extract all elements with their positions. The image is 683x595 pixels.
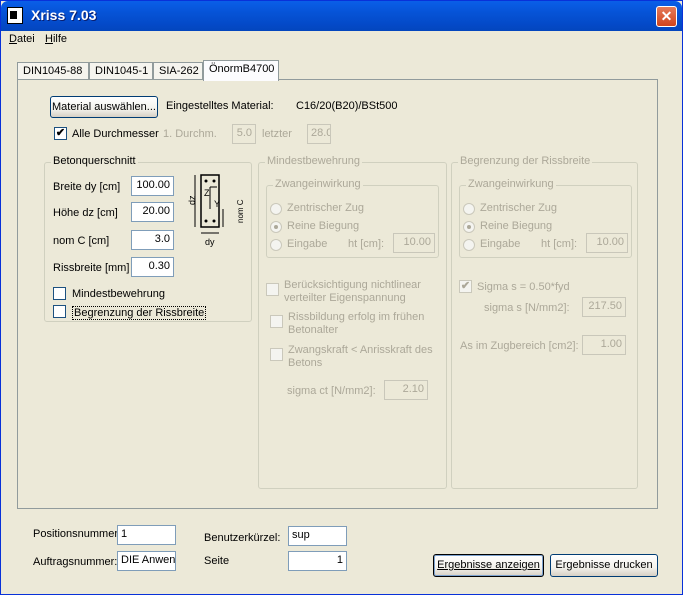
mindest-ht-input[interactable]: 10.00 [393, 233, 435, 253]
benutzerkuerzel-label: Benutzerkürzel: [204, 532, 281, 544]
rissbreite-input[interactable]: 0.30 [131, 257, 174, 277]
begrenzung-label: Begrenzung der Rissbreite [72, 306, 207, 320]
hoehe-input[interactable]: 20.00 [131, 202, 174, 222]
breite-label: Breite dy [cm] [53, 181, 121, 193]
nomc-input[interactable]: 3.0 [131, 230, 174, 250]
rissbreite-label: Rissbreite [mm] [53, 262, 130, 274]
sigma-ct-input[interactable]: 2.10 [384, 380, 428, 400]
main-window: Xriss 7.03 ✕ Datei Hilfe DIN1045-88 DIN1… [0, 0, 683, 595]
as-zugbereich-label: As im Zugbereich [cm2]: [460, 340, 579, 352]
mindest-ht-label: ht [cm]: [348, 238, 385, 250]
first-diameter-input[interactable]: 5.0 [232, 124, 256, 144]
tab-panel: Material auswählen... Eingestelltes Mate… [17, 79, 658, 509]
window-title: Xriss 7.03 [31, 7, 97, 23]
mindest-zentrisch-radio[interactable] [270, 203, 282, 215]
sigma-s-input[interactable]: 217.50 [582, 297, 626, 317]
betonquerschnitt-group: Betonquerschnitt Breite dy [cm] 100.00 H… [44, 155, 252, 322]
mindestbewehrung-label: Mindestbewehrung [72, 288, 165, 300]
mindest-biegung-label: Reine Biegung [287, 220, 360, 232]
ergebnisse-drucken-button[interactable]: Ergebnisse drucken [550, 554, 658, 577]
hoehe-label: Höhe dz [cm] [53, 207, 118, 219]
material-value: C16/20(B20)/BSt500 [296, 100, 398, 112]
nichtlinear-checkbox[interactable] [266, 283, 279, 296]
begr-zwang-legend: Zwangeinwirkung [466, 178, 556, 190]
breite-input[interactable]: 100.00 [131, 176, 174, 196]
mindest-zwang-group: Zwangeinwirkung Zentrischer Zug Reine Bi… [266, 178, 439, 258]
title-bar[interactable]: Xriss 7.03 ✕ [1, 1, 682, 31]
sigma-ct-label: sigma ct [N/mm2]: [287, 385, 376, 397]
seite-input[interactable]: 1 [288, 551, 347, 571]
mindest-biegung-radio[interactable] [270, 221, 282, 233]
betonquerschnitt-legend: Betonquerschnitt [51, 155, 138, 167]
menu-hilfe[interactable]: Hilfe [45, 33, 67, 45]
last-diameter-input[interactable]: 28.0 [307, 124, 331, 144]
begr-ht-label: ht [cm]: [541, 238, 578, 250]
begrenzung-checkbox[interactable] [53, 305, 66, 318]
begr-biegung-label: Reine Biegung [480, 220, 553, 232]
nomc-label: nom C [cm] [53, 235, 110, 247]
z-label: Z [204, 188, 210, 198]
begr-zentrisch-radio[interactable] [463, 203, 475, 215]
dy-label: dy [205, 237, 215, 247]
menu-bar: Datei Hilfe [1, 31, 682, 49]
begrenzung-legend: Begrenzung der Rissbreite [458, 155, 593, 167]
seite-label: Seite [204, 555, 230, 567]
auftragsnummer-label: Auftragsnummer: [33, 556, 118, 568]
first-diameter-label: 1. Durchm. [163, 128, 217, 140]
mindestbewehrung-legend: Mindestbewehrung [265, 155, 362, 167]
zwangskraft-label: Zwangskraft < Anrisskraft des Betons [288, 344, 433, 369]
dz-label: dz [187, 195, 197, 205]
begr-zwang-group: Zwangeinwirkung Zentrischer Zug Reine Bi… [459, 178, 632, 258]
cross-section-diagram: dz dy Z Y nom C [187, 174, 245, 247]
material-label: Eingestelltes Material: [166, 100, 274, 112]
benutzerkuerzel-input[interactable]: sup [288, 526, 347, 546]
close-icon: ✕ [660, 8, 673, 24]
alle-durchmesser-label: Alle Durchmesser [72, 128, 159, 140]
mindest-eingabe-radio[interactable] [270, 239, 282, 251]
begr-biegung-radio[interactable] [463, 221, 475, 233]
begrenzung-group: Begrenzung der Rissbreite Zwangeinwirkun… [451, 155, 638, 489]
positionsnummer-label: Positionsnummer: [33, 528, 122, 540]
sigma-s-label: sigma s [N/mm2]: [484, 302, 570, 314]
begr-eingabe-radio[interactable] [463, 239, 475, 251]
begr-ht-input[interactable]: 10.00 [586, 233, 628, 253]
nichtlinear-label: Berücksichtigung nichtlinear verteilter … [284, 279, 421, 304]
frueh-label: Rissbildung erfolg im frühen Betonalter [288, 311, 425, 336]
auftragsnummer-input[interactable]: DIE Anwen [117, 551, 176, 571]
app-icon [7, 7, 23, 24]
sigma-s-check-label: Sigma s = 0.50*fyd [477, 281, 570, 293]
close-button[interactable]: ✕ [656, 6, 677, 27]
mindestbewehrung-checkbox[interactable] [53, 287, 66, 300]
y-label: Y [214, 199, 220, 209]
positionsnummer-input[interactable]: 1 [117, 525, 176, 545]
mindest-zentrisch-label: Zentrischer Zug [287, 202, 365, 214]
menu-datei[interactable]: Datei [9, 33, 35, 45]
rebar-dot [212, 219, 216, 223]
last-diameter-label: letzter [262, 128, 292, 140]
alle-durchmesser-checkbox[interactable]: ✔ [54, 127, 67, 140]
mindestbewehrung-group: Mindestbewehrung Zwangeinwirkung Zentris… [258, 155, 447, 489]
zwangskraft-checkbox[interactable] [270, 348, 283, 361]
tab-onormb4700[interactable]: ÖnormB4700 [203, 60, 279, 81]
ergebnisse-anzeigen-button[interactable]: Ergebnisse anzeigen [433, 554, 544, 577]
rebar-dot [204, 219, 208, 223]
sigma-s-checkbox[interactable]: ✔ [459, 280, 472, 293]
begr-zentrisch-label: Zentrischer Zug [480, 202, 558, 214]
material-select-button[interactable]: Material auswählen... [50, 96, 158, 118]
begr-eingabe-label: Eingabe [480, 238, 521, 250]
rebar-dot [212, 179, 216, 183]
as-zugbereich-input[interactable]: 1.00 [582, 335, 626, 355]
frueh-checkbox[interactable] [270, 315, 283, 328]
mindest-zwang-legend: Zwangeinwirkung [273, 178, 363, 190]
nomc-diagram-label: nom C [236, 199, 245, 223]
mindest-eingabe-label: Eingabe [287, 238, 328, 250]
rebar-dot [204, 179, 208, 183]
